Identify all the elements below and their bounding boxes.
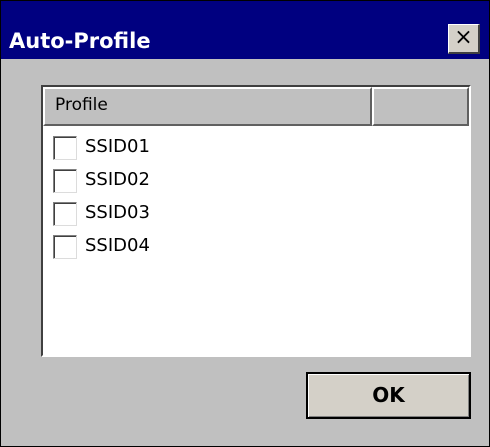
profile-checkbox[interactable] bbox=[53, 136, 77, 160]
profile-checkbox[interactable] bbox=[53, 202, 77, 226]
column-header-blank[interactable] bbox=[372, 87, 469, 126]
list-item[interactable]: SSID02 bbox=[43, 164, 469, 197]
list-rows: SSID01 SSID02 SSID03 SSID04 bbox=[43, 131, 469, 263]
close-icon: × bbox=[454, 25, 473, 50]
list-item[interactable]: SSID03 bbox=[43, 197, 469, 230]
list-item[interactable]: SSID04 bbox=[43, 230, 469, 263]
profile-checkbox[interactable] bbox=[53, 235, 77, 259]
profile-checkbox[interactable] bbox=[53, 169, 77, 193]
list-item[interactable]: SSID01 bbox=[43, 131, 469, 164]
profile-label: SSID03 bbox=[85, 202, 150, 223]
auto-profile-dialog: Auto-Profile × Profile SSID01 SSID02 SSI… bbox=[0, 0, 490, 447]
profile-list[interactable]: Profile SSID01 SSID02 SSID03 SSID04 bbox=[41, 85, 471, 357]
column-header-profile[interactable]: Profile bbox=[43, 87, 372, 126]
profile-label: SSID04 bbox=[85, 235, 150, 256]
dialog-title: Auto-Profile bbox=[9, 29, 151, 53]
list-header: Profile bbox=[43, 87, 469, 126]
profile-label: SSID01 bbox=[85, 136, 150, 157]
title-bar: Auto-Profile × bbox=[1, 1, 489, 59]
close-button[interactable]: × bbox=[448, 24, 480, 54]
profile-label: SSID02 bbox=[85, 169, 150, 190]
ok-button[interactable]: OK bbox=[306, 372, 471, 419]
